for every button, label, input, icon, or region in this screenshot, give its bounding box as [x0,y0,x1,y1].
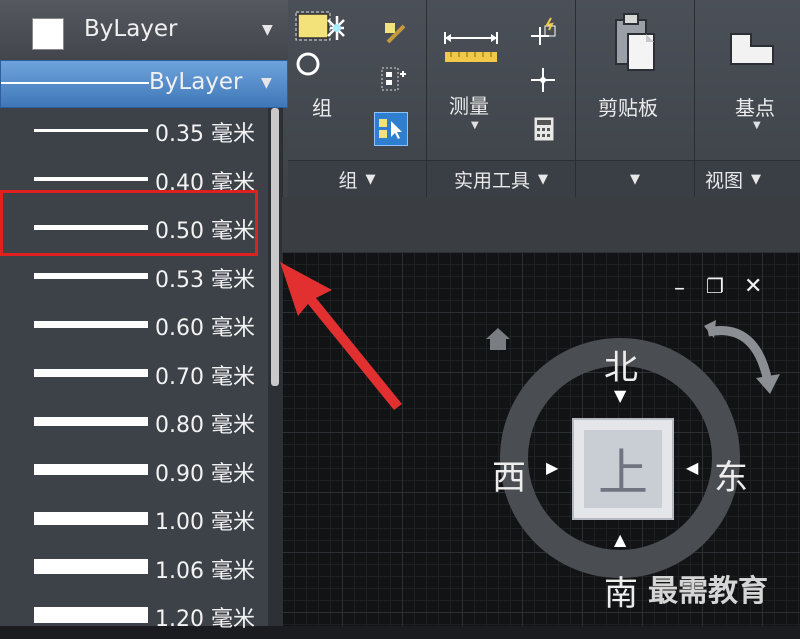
lineweight-option-label: 0.70 毫米 [155,364,255,390]
viewcube-top-face[interactable]: 上 [584,430,662,508]
clipboard-panel-footer[interactable]: ▼ [576,160,694,197]
clipboard-label[interactable]: 剪贴板 [598,92,658,121]
measure-dropdown-arrow[interactable]: ▼ [471,120,479,131]
triangle-left-icon[interactable]: ◀ [686,458,698,477]
annotation-arrow-icon [280,262,402,410]
measure-label[interactable]: 测量 [449,90,489,119]
lineweight-option-label: 0.90 毫米 [155,461,255,487]
lineweight-option-label: 1.20 毫米 [155,607,255,632]
clipboard-icon[interactable] [612,10,658,76]
lineweight-sample-line [34,607,148,623]
chevron-down-icon: ▼ [538,171,548,187]
lineweight-option-label: 0.80 毫米 [155,413,255,438]
triangle-down-icon[interactable]: ▼ [614,386,626,405]
lineweight-option[interactable]: 1.00 毫米 [0,494,266,542]
triangle-right-icon[interactable]: ▶ [546,458,558,477]
lineweight-sample-line [34,368,148,377]
lineweight-sample-line [34,464,148,475]
lineweight-option-label: 0.53 毫米 [155,267,255,293]
clipboard-panel: 剪贴板 ▼ [576,0,695,197]
lineweight-option-label: 0.60 毫米 [155,316,255,341]
viewport-close-button[interactable]: ✕ [744,274,762,299]
group-edit-icon[interactable] [382,20,408,46]
lineweight-option-label: 0.35 毫米 [155,122,255,147]
lineweight-option[interactable]: 1.20 毫米 [0,591,266,639]
view-panel: 基点 ▼ 视图 ▼ [695,0,800,197]
chevron-down-icon: ▼ [630,171,640,187]
utilities-panel-footer[interactable]: 实用工具 ▼ [427,160,575,197]
color-value: ByLayer [84,16,178,42]
group-panel-title: 组 [338,169,358,192]
group-tool-icon[interactable] [294,8,346,82]
measure-icon[interactable] [441,28,501,72]
lineweight-value: ByLayer [149,69,243,95]
utilities-panel-title: 实用工具 [453,169,530,192]
selection-highlight-box [0,190,258,256]
lineweight-option[interactable]: 0.53 毫米 [0,252,266,300]
group-select-icon[interactable] [380,66,408,94]
compass-west[interactable]: 西 [492,450,526,499]
base-point-icon[interactable] [727,28,777,68]
compass-east[interactable]: 东 [714,450,748,499]
viewcube[interactable]: 上 [572,418,674,520]
lineweight-sample-line [34,559,148,574]
compass-south[interactable]: 南 [604,566,638,615]
color-dropdown[interactable]: ByLayer ▼ [0,0,288,61]
lineweight-sample-line [34,320,148,328]
lineweight-option[interactable]: 1.06 毫米 [0,543,266,591]
viewport-header-bar [282,197,800,252]
chevron-down-icon: ▼ [751,171,762,187]
group-selection-toggle-icon[interactable] [374,112,408,146]
chevron-down-icon: ▼ [365,171,376,187]
viewport-restore-button[interactable]: ❐ [706,274,724,298]
lineweight-option[interactable]: 0.60 毫米 [0,300,266,348]
color-swatch [32,18,64,50]
group-tool-label[interactable]: 组 [312,92,332,121]
lineweight-dropdown[interactable]: ByLayer ▼ [0,60,288,108]
lineweight-option[interactable]: 0.35 毫米 [0,106,266,154]
lineweight-option[interactable]: 0.90 毫米 [0,446,266,494]
calculator-icon[interactable] [533,116,555,142]
lineweight-option[interactable]: 0.80 毫米 [0,397,266,445]
lineweight-sample-line [34,511,148,525]
home-icon[interactable] [484,326,512,352]
viewport-minimize-button[interactable]: – [674,276,685,301]
triangle-up-icon[interactable]: ▲ [614,530,626,549]
lineweight-sample-line [34,272,148,279]
chevron-down-icon: ▼ [261,75,272,91]
utilities-panel: 测量 ▼ 实用工具 ▼ [427,0,576,197]
view-panel-footer[interactable]: 视图 ▼ [695,160,800,197]
lineweight-preview-line [1,82,149,84]
lineweight-option-label: 1.06 毫米 [155,558,255,584]
base-point-label[interactable]: 基点 [735,92,775,121]
lineweight-sample-line [34,416,148,426]
lineweight-sample-line [34,176,148,181]
lineweight-option-label: 1.00 毫米 [155,510,255,535]
point-style-icon[interactable] [529,66,557,94]
lineweight-option[interactable]: 0.70 毫米 [0,349,266,397]
view-panel-title: 视图 [705,169,744,192]
watermark: 最需教育 [648,574,768,609]
group-panel-footer[interactable]: 组 ▼ [288,160,426,197]
chevron-down-icon: ▼ [262,22,273,38]
base-point-dropdown-arrow[interactable]: ▼ [753,120,761,131]
id-point-icon[interactable] [527,16,559,48]
lineweight-sample-line [34,128,148,132]
compass-north[interactable]: 北 [604,340,638,389]
group-panel: 组 组 ▼ [288,0,427,197]
